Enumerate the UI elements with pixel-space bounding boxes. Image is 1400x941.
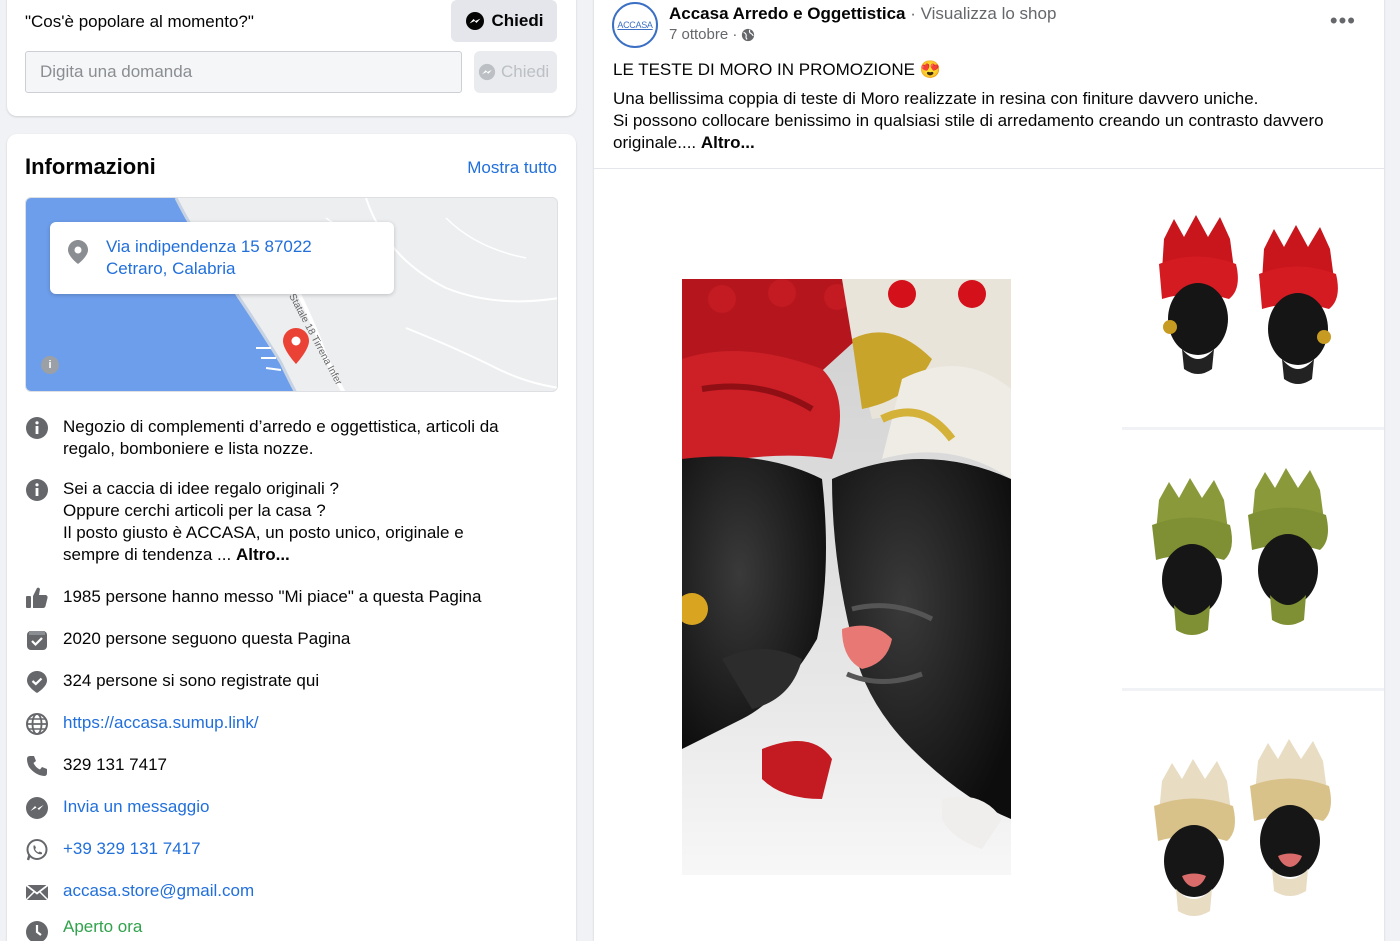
- info-row-about: Sei a caccia di idee regalo originali ? …: [25, 478, 545, 566]
- show-all-link[interactable]: Mostra tutto: [467, 158, 557, 178]
- post-more-link[interactable]: Altro...: [701, 133, 755, 152]
- clock-icon: [25, 920, 49, 941]
- info-row-checkins: 324 persone si sono registrate qui: [25, 670, 545, 694]
- phone-icon: [25, 754, 49, 778]
- info-list: Negozio di complementi d’arredo e oggett…: [25, 416, 545, 941]
- messenger-icon: [465, 12, 484, 30]
- address-link[interactable]: Via indipendenza 15 87022 Cetraro, Calab…: [106, 236, 312, 280]
- address-line1: Via indipendenza 15 87022: [106, 237, 312, 256]
- checkin-icon: [25, 670, 49, 694]
- cream-moor-heads-photo: [1124, 691, 1384, 941]
- post-author-link[interactable]: Accasa Arredo e Oggettistica: [669, 4, 906, 23]
- address-popup: Via indipendenza 15 87022 Cetraro, Calab…: [50, 222, 394, 294]
- about-line2: Oppure cerchi articoli per la casa ?: [63, 501, 326, 520]
- post-date[interactable]: 7 ottobre ·: [669, 26, 737, 43]
- info-row-whatsapp: +39 329 131 7417: [25, 838, 545, 862]
- map-pin-icon[interactable]: [283, 328, 309, 364]
- ask-submit-label: Chiedi: [501, 62, 550, 81]
- info-row-description: Negozio di complementi d’arredo e oggett…: [25, 416, 545, 460]
- post-main-photo[interactable]: [682, 279, 1011, 875]
- email-link[interactable]: accasa.store@gmail.com: [63, 881, 254, 900]
- hours-status[interactable]: Aperto ora: [63, 917, 142, 936]
- ask-button[interactable]: Chiedi: [451, 0, 557, 42]
- question-input[interactable]: [25, 51, 462, 93]
- address-line2: Cetraro, Calabria: [106, 259, 236, 278]
- header-separator: ·: [905, 4, 921, 23]
- page-avatar[interactable]: ACCASA: [612, 2, 658, 48]
- suggested-question[interactable]: "Cos'è popolare al momento?": [25, 12, 254, 32]
- info-row-followers: 2020 persone seguono questa Pagina: [25, 628, 545, 650]
- messenger-icon: [478, 63, 496, 81]
- checkins-count: 324 persone si sono registrate qui: [63, 671, 320, 690]
- mail-icon: [25, 880, 49, 904]
- ask-submit-button-disabled: Chiedi: [474, 51, 557, 93]
- followers-count: 2020 persone seguono questa Pagina: [63, 629, 351, 648]
- post-body: Una bellissima coppia di teste di Moro r…: [613, 88, 1373, 154]
- info-row-message: Invia un messaggio: [25, 796, 545, 820]
- view-shop-link[interactable]: Visualizza lo shop: [921, 4, 1057, 23]
- location-pin-icon: [68, 240, 88, 264]
- moor-heads-photo: [682, 279, 1011, 875]
- info-card: Informazioni Mostra tutto Statale 18 Tir…: [7, 134, 576, 941]
- location-map[interactable]: Statale 18 Tirrena Infer i Via indipende…: [25, 197, 558, 392]
- send-message-link[interactable]: Invia un messaggio: [63, 797, 209, 816]
- info-title: Informazioni: [25, 154, 156, 179]
- avatar-logo-text: ACCASA: [617, 20, 653, 30]
- map-info-icon[interactable]: i: [41, 356, 59, 374]
- post-header: Accasa Arredo e Oggettistica · Visualizz…: [669, 4, 1056, 24]
- whatsapp-icon: [25, 838, 49, 862]
- follow-icon: [25, 628, 49, 652]
- post-main-photo-area: [594, 169, 1122, 941]
- whatsapp-link[interactable]: +39 329 131 7417: [63, 839, 201, 858]
- globe-icon: [25, 712, 49, 736]
- info-row-likes: 1985 persone hanno messo "Mi piace" a qu…: [25, 586, 545, 608]
- about-line4: sempre di tendenza ...: [63, 545, 236, 564]
- post-photo-thumb-cream[interactable]: [1122, 691, 1384, 941]
- thumbs-up-icon: [25, 586, 49, 610]
- about-line3: Il posto giusto è ACCASA, un posto unico…: [63, 523, 464, 542]
- post-card: ACCASA Accasa Arredo e Oggettistica · Vi…: [594, 0, 1384, 941]
- info-row-email: accasa.store@gmail.com: [25, 880, 545, 902]
- website-link[interactable]: https://accasa.sumup.link/: [63, 713, 259, 732]
- phone-number[interactable]: 329 131 7417: [63, 755, 167, 774]
- post-body-line1: Una bellissima coppia di teste di Moro r…: [613, 89, 1259, 108]
- post-options-button[interactable]: •••: [1330, 8, 1356, 34]
- page-description: Negozio di complementi d’arredo e oggett…: [63, 417, 499, 458]
- about-more-link[interactable]: Altro...: [236, 545, 290, 564]
- post-photo-thumb-green[interactable]: [1122, 430, 1384, 688]
- post-headline: LE TESTE DI MORO IN PROMOZIONE 😍: [613, 60, 941, 79]
- green-moor-heads-photo: [1124, 430, 1384, 688]
- ask-card: "Cos'è popolare al momento?" Chiedi Chie…: [7, 0, 576, 116]
- info-row-hours: Aperto ora: [25, 916, 545, 941]
- ask-button-label: Chiedi: [491, 11, 544, 30]
- post-meta: 7 ottobre ·: [669, 26, 755, 43]
- post-photo-thumb-red[interactable]: [1122, 169, 1384, 427]
- info-row-website: https://accasa.sumup.link/: [25, 712, 545, 736]
- info-icon: [25, 416, 49, 440]
- messenger-icon: [25, 796, 49, 820]
- about-line1: Sei a caccia di idee regalo originali ?: [63, 479, 339, 498]
- red-moor-heads-photo: [1124, 169, 1384, 427]
- info-row-phone: 329 131 7417: [25, 754, 545, 776]
- likes-count: 1985 persone hanno messo "Mi piace" a qu…: [63, 587, 482, 606]
- info-icon: [25, 478, 49, 502]
- globe-icon: [742, 28, 755, 41]
